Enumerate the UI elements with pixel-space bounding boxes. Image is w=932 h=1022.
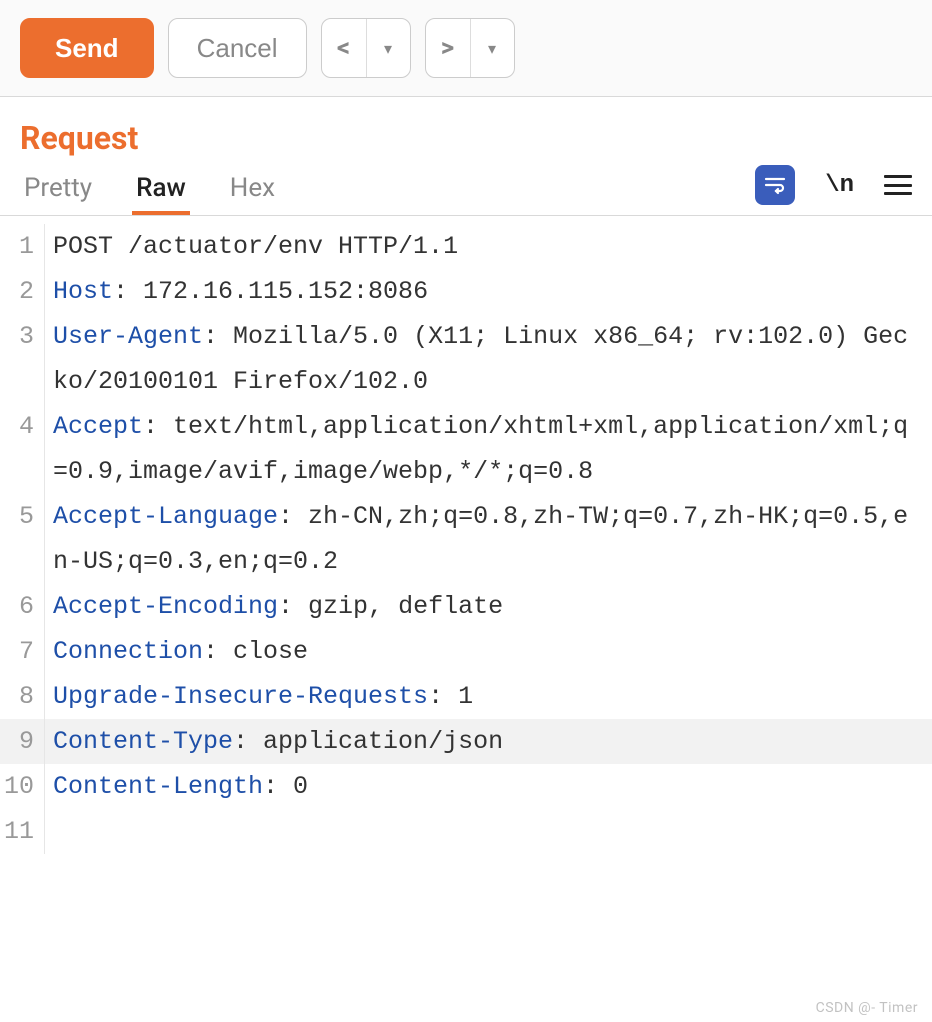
panel-title-request: Request [0,97,932,165]
word-wrap-icon [763,173,787,197]
line-content[interactable]: Connection: close [44,629,932,674]
line-number: 9 [0,719,44,764]
line-content[interactable]: Content-Type: application/json [44,719,932,764]
editor-line[interactable]: 4Accept: text/html,application/xhtml+xml… [0,404,932,494]
caret-down-icon: ▾ [488,39,496,58]
line-number: 7 [0,629,44,674]
view-tabs-row: Pretty Raw Hex \n [0,165,932,216]
view-tabs: Pretty Raw Hex [20,165,755,215]
editor-line[interactable]: 11 [0,809,932,854]
history-forward-dropdown[interactable]: ▾ [470,19,514,77]
cancel-button[interactable]: Cancel [168,18,307,78]
line-content[interactable] [44,809,932,854]
line-content[interactable]: User-Agent: Mozilla/5.0 (X11; Linux x86_… [44,314,932,404]
editor-line[interactable]: 9Content-Type: application/json [0,719,932,764]
line-number: 11 [0,809,44,854]
line-number: 1 [0,224,44,269]
line-number: 10 [0,764,44,809]
history-forward-button[interactable]: > [426,19,470,77]
editor-line[interactable]: 5Accept-Language: zh-CN,zh;q=0.8,zh-TW;q… [0,494,932,584]
tab-hex[interactable]: Hex [226,165,279,215]
history-forward-group: > ▾ [425,18,515,78]
raw-request-editor[interactable]: 1POST /actuator/env HTTP/1.12Host: 172.1… [0,216,932,854]
editor-line[interactable]: 10Content-Length: 0 [0,764,932,809]
editor-tools: \n [755,165,912,215]
line-content[interactable]: Accept-Language: zh-CN,zh;q=0.8,zh-TW;q=… [44,494,932,584]
line-number: 5 [0,494,44,539]
line-number: 2 [0,269,44,314]
editor-line[interactable]: 6Accept-Encoding: gzip, deflate [0,584,932,629]
word-wrap-toggle[interactable] [755,165,795,205]
editor-line[interactable]: 7Connection: close [0,629,932,674]
send-button[interactable]: Send [20,18,154,78]
history-back-group: < ▾ [321,18,411,78]
line-number: 8 [0,674,44,719]
line-number: 4 [0,404,44,449]
history-back-button[interactable]: < [322,19,366,77]
watermark-text: CSDN @- Timer [816,1000,918,1016]
line-number: 3 [0,314,44,359]
line-content[interactable]: Content-Length: 0 [44,764,932,809]
caret-down-icon: ▾ [384,39,392,58]
line-content[interactable]: Host: 172.16.115.152:8086 [44,269,932,314]
editor-line[interactable]: 2Host: 172.16.115.152:8086 [0,269,932,314]
chevron-left-icon: < [337,35,350,61]
history-back-dropdown[interactable]: ▾ [366,19,410,77]
line-content[interactable]: Accept: text/html,application/xhtml+xml,… [44,404,932,494]
editor-line[interactable]: 8Upgrade-Insecure-Requests: 1 [0,674,932,719]
menu-icon [884,175,912,178]
line-content[interactable]: Accept-Encoding: gzip, deflate [44,584,932,629]
chevron-right-icon: > [441,35,454,61]
editor-line[interactable]: 1POST /actuator/env HTTP/1.1 [0,224,932,269]
tab-pretty[interactable]: Pretty [20,165,96,215]
line-content[interactable]: Upgrade-Insecure-Requests: 1 [44,674,932,719]
show-newlines-toggle[interactable]: \n [825,172,854,199]
tab-raw[interactable]: Raw [132,165,190,215]
line-number: 6 [0,584,44,629]
action-toolbar: Send Cancel < ▾ > ▾ [0,0,932,97]
editor-menu-button[interactable] [884,175,912,195]
line-content[interactable]: POST /actuator/env HTTP/1.1 [44,224,932,269]
editor-line[interactable]: 3User-Agent: Mozilla/5.0 (X11; Linux x86… [0,314,932,404]
